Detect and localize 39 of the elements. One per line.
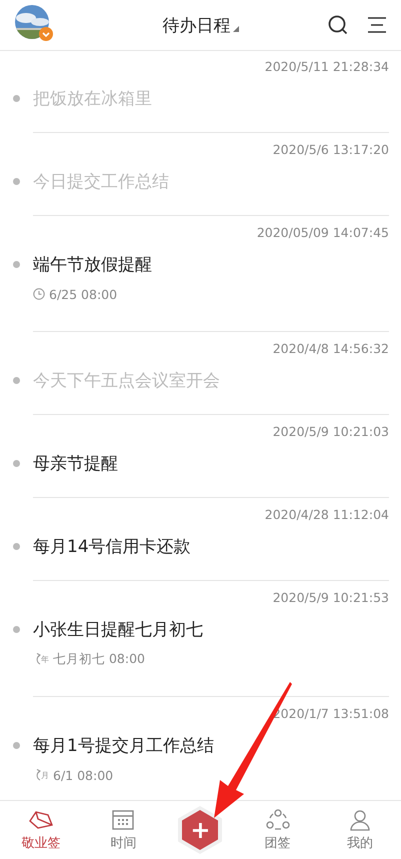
timestamp: 2020/5/11 21:28:34	[264, 59, 389, 75]
search-icon[interactable]	[328, 15, 348, 35]
bullet-dot	[13, 260, 20, 268]
notes-icon	[28, 808, 54, 830]
person-icon	[348, 808, 371, 830]
nav-tab[interactable]: 团签	[250, 808, 306, 852]
bullet-dot	[13, 376, 20, 384]
repeat-tag: 月	[41, 770, 49, 780]
timestamp: 2020/4/28 11:12:04	[264, 507, 389, 523]
dropdown-icon	[232, 26, 238, 32]
nav-tab[interactable]: 敬业签	[13, 808, 70, 852]
reminder-time: 6/1 08:00	[53, 768, 114, 782]
task-title[interactable]: 母亲节提醒	[33, 452, 118, 474]
team-icon	[266, 808, 290, 830]
add-button[interactable]: +	[177, 805, 224, 855]
task-title[interactable]: 每月14号信用卡还款	[33, 534, 191, 558]
menu-icon[interactable]	[368, 17, 386, 33]
clock-icon	[33, 288, 45, 300]
calendar-icon	[112, 808, 134, 830]
bullet-dot	[13, 742, 20, 748]
bullet-dot	[13, 460, 20, 466]
timestamp: 2020/4/8 14:56:32	[272, 341, 389, 357]
timestamp: 2020/5/9 10:21:53	[272, 590, 389, 606]
task-title[interactable]: 小张生日提醒七月初七	[33, 618, 203, 640]
nav-tab[interactable]: 时间	[95, 808, 152, 852]
task-title[interactable]: 每月1号提交月工作总结	[33, 734, 214, 756]
reminder-time: 七月初七 08:00	[53, 650, 145, 668]
page-title[interactable]: 待办日程	[162, 14, 230, 36]
reminder-time: 6/25 08:00	[49, 286, 118, 302]
timestamp: 2020/5/9 10:21:03	[272, 424, 389, 440]
nav-tab[interactable]: 我的	[332, 808, 388, 852]
timestamp: 2020/5/6 13:17:20	[272, 142, 389, 158]
bullet-dot	[13, 626, 20, 632]
task-title[interactable]: 端午节放假提醒	[33, 252, 152, 276]
bullet-dot	[13, 542, 20, 550]
bullet-dot	[13, 178, 20, 184]
repeat-tag: 年	[41, 654, 49, 664]
timestamp: 2020/05/09 14:07:45	[256, 225, 389, 241]
bullet-dot	[13, 94, 20, 102]
